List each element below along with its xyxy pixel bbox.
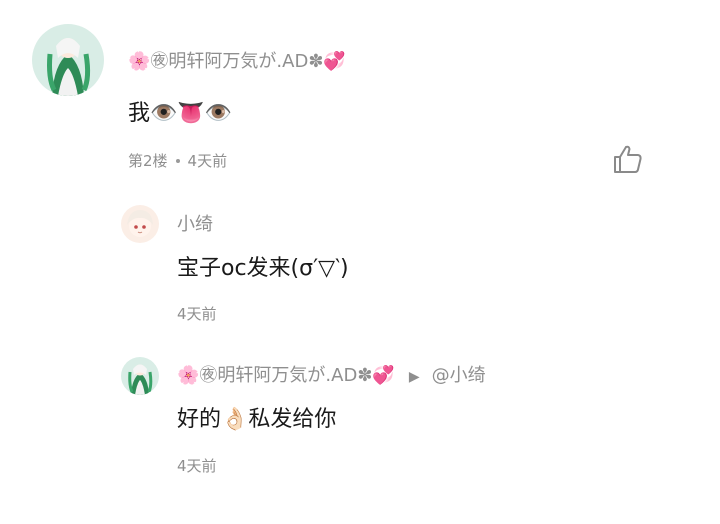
reply-avatar[interactable]: [121, 205, 159, 243]
reply-content: 宝子oc发来(σ′▽‵): [177, 256, 349, 281]
comment-time: 4天前: [187, 152, 228, 170]
main-comment-avatar[interactable]: [32, 24, 104, 96]
reply-to-mention[interactable]: @小绮: [432, 365, 486, 386]
main-comment-content: 我👁️👅👁️: [128, 101, 233, 126]
play-triangle-icon: ▶: [408, 369, 420, 385]
reply-time: 4天前: [177, 457, 217, 475]
flower-emoji: 🌸: [177, 365, 200, 386]
thumbs-up-icon: [614, 145, 642, 173]
reply-time: 4天前: [177, 305, 217, 323]
main-comment-meta: 第2楼 4天前: [128, 151, 227, 171]
username-text: ㊰明轩阿万気が.AD✽💞: [150, 51, 346, 72]
like-button[interactable]: [612, 143, 644, 175]
username-text: ㊰明轩阿万気が.AD✽💞: [199, 365, 395, 386]
reply-username[interactable]: 🌸㊰明轩阿万気が.AD✽💞: [177, 365, 395, 386]
separator-dot: [175, 158, 180, 163]
reply-content: 好的👌🏻私发给你: [177, 407, 337, 432]
flower-emoji: 🌸: [128, 51, 151, 72]
reply-username[interactable]: 小绮: [177, 213, 213, 237]
reply-avatar[interactable]: [121, 357, 159, 395]
main-comment-username[interactable]: 🌸㊰明轩阿万気が.AD✽💞: [128, 50, 346, 74]
reply-header: 🌸㊰明轩阿万気が.AD✽💞 ▶ @小绮: [177, 364, 486, 389]
floor-label: 第2楼: [128, 152, 168, 170]
